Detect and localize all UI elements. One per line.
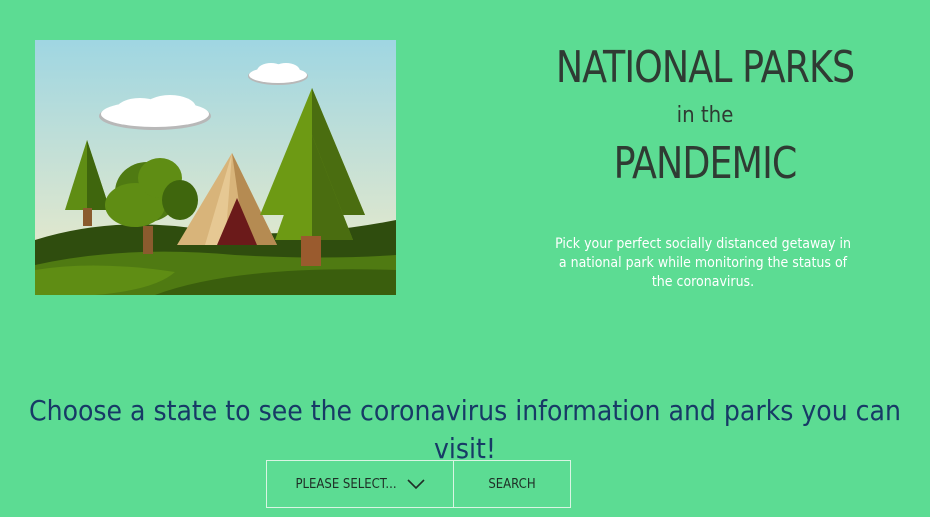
state-prompt: Choose a state to see the coronavirus in… (29, 394, 901, 465)
state-select-dropdown[interactable]: PLEASE SELECT... (266, 460, 454, 508)
state-select-label: PLEASE SELECT... (295, 476, 397, 492)
state-search-controls: PLEASE SELECT... SEARCH (266, 460, 571, 508)
search-button[interactable]: SEARCH (454, 460, 571, 508)
page-title-subject: PANDEMIC (613, 138, 798, 189)
title-block: NATIONAL PARKS in the PANDEMIC (520, 40, 890, 192)
chevron-down-icon (406, 479, 425, 490)
park-illustration (35, 40, 396, 295)
page-title: NATIONAL PARKS (555, 42, 855, 93)
tagline: Pick your perfect socially distanced get… (555, 236, 851, 290)
search-button-label: SEARCH (488, 476, 536, 492)
page-title-connector: in the (676, 103, 734, 128)
